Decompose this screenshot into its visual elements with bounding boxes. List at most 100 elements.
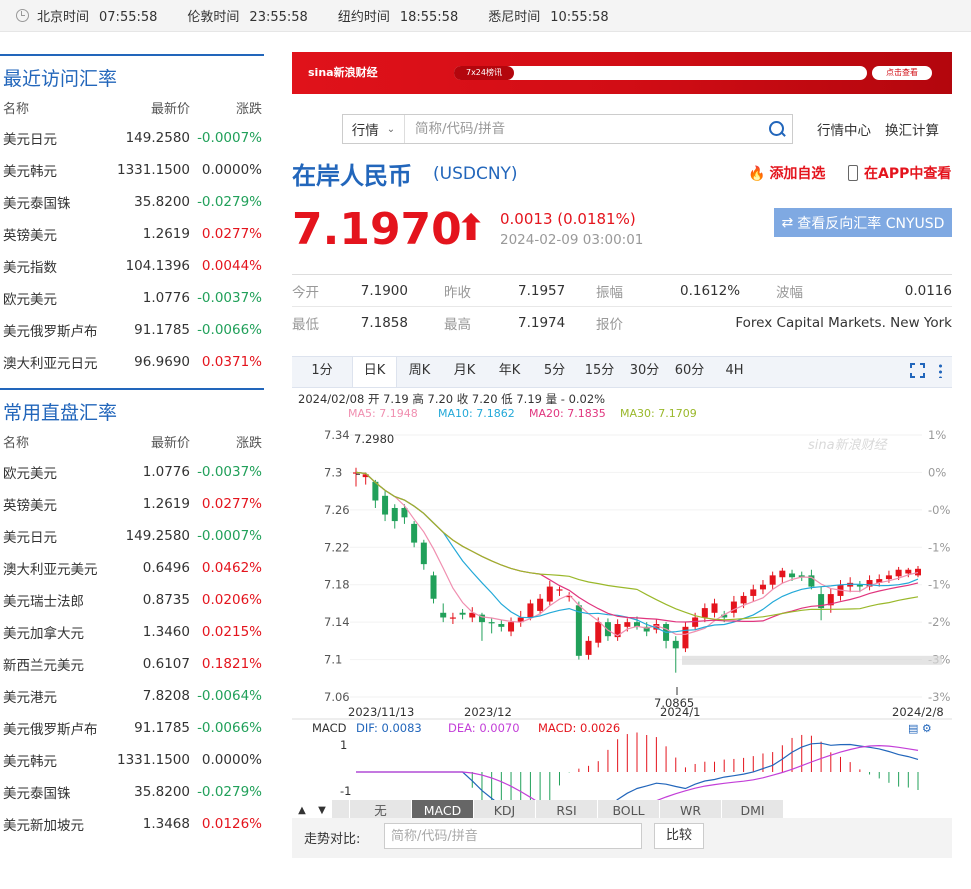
rate-row[interactable]: 美元泰国铢 35.8200 -0.0279% (0, 186, 264, 218)
rate-name[interactable]: 美元瑞士法郎 (0, 590, 110, 610)
rate-price: 1.3468 (142, 816, 190, 832)
view-in-app-button[interactable]: 在APP中查看 (848, 163, 951, 183)
rate-name[interactable]: 美元泰国铢 (0, 192, 110, 212)
rate-row[interactable]: 美元韩元 1331.1500 0.0000% (0, 744, 264, 776)
banner-view-button[interactable]: 点击查看 (872, 66, 932, 80)
ohlc-info: 2024/02/08 开 7.19 高 7.20 收 7.20 低 7.19 量… (298, 392, 605, 406)
period-tab[interactable]: 1分 (292, 357, 352, 387)
rate-name[interactable]: 英镑美元 (0, 224, 110, 244)
rate-name[interactable]: 英镑美元 (0, 494, 110, 514)
rate-change: -0.0037% (197, 464, 262, 480)
candle-body (885, 575, 892, 580)
ma10-line (355, 471, 919, 634)
compare-input[interactable] (384, 823, 642, 849)
rate-name[interactable]: 美元俄罗斯卢布 (0, 320, 110, 340)
rate-row[interactable]: 美元新加坡元 1.3468 0.0126% (0, 808, 264, 840)
candle-body (750, 589, 757, 596)
compare-button[interactable]: 比较 (654, 823, 704, 849)
fullscreen-icon[interactable] (909, 362, 926, 379)
price-change: 0.0013 (0.0181%) (500, 210, 636, 228)
fx-calculator-link[interactable]: 换汇计算 (885, 119, 939, 139)
more-options-icon[interactable] (939, 363, 942, 378)
rate-row[interactable]: 美元指数 104.1396 0.0044% (0, 250, 264, 282)
rate-name[interactable]: 澳大利亚元美元 (0, 558, 110, 578)
search-icon[interactable] (762, 115, 792, 143)
price-row: 7.1970 ⬆ 0.0013 (0.0181%) 2024-02-09 03:… (292, 204, 952, 260)
candle-body (585, 640, 592, 655)
rate-name[interactable]: 美元新加坡元 (0, 814, 110, 834)
candle-body (440, 612, 447, 618)
rate-row[interactable]: 美元俄罗斯卢布 91.1785 -0.0066% (0, 712, 264, 744)
rate-name[interactable]: 美元日元 (0, 128, 110, 148)
search-category-select[interactable]: 行情 ⌄ (343, 115, 405, 143)
rate-row[interactable]: 美元日元 149.2580 -0.0007% (0, 520, 264, 552)
rate-name[interactable]: 澳大利亚元日元 (0, 352, 110, 372)
up-arrow-icon: ⬆ (456, 208, 487, 249)
rate-row[interactable]: 澳大利亚元日元 96.9690 0.0371% (0, 346, 264, 378)
reverse-rate-button[interactable]: ⇄ 查看反向汇率 CNYUSD (774, 208, 952, 237)
market-center-link[interactable]: 行情中心 (817, 119, 871, 139)
rate-row[interactable]: 新西兰元美元 0.6107 0.1821% (0, 648, 264, 680)
rate-row[interactable]: 美元泰国铢 35.8200 -0.0279% (0, 776, 264, 808)
macd-tick: 1 (340, 738, 347, 752)
rate-row[interactable]: 英镑美元 1.2619 0.0277% (0, 218, 264, 250)
rate-name[interactable]: 美元韩元 (0, 160, 110, 180)
candlestick-chart[interactable]: 2024/02/08 开 7.19 高 7.20 收 7.20 低 7.19 量… (292, 389, 952, 829)
rate-row[interactable]: 美元瑞士法郎 0.8735 0.0206% (0, 584, 264, 616)
rate-name[interactable]: 美元指数 (0, 256, 110, 276)
period-tab[interactable]: 30分 (622, 357, 667, 387)
period-tab[interactable]: 月K (442, 357, 487, 387)
rate-row[interactable]: 澳大利亚元美元 0.6496 0.0462% (0, 552, 264, 584)
rate-row[interactable]: 欧元美元 1.0776 -0.0037% (0, 282, 264, 314)
rate-change: -0.0007% (197, 130, 262, 146)
rate-change: -0.0279% (197, 784, 262, 800)
rate-name[interactable]: 美元港元 (0, 686, 110, 706)
rate-name[interactable]: 欧元美元 (0, 288, 110, 308)
rate-change: 0.0215% (201, 624, 262, 640)
pct-tick-label: -1% (928, 578, 950, 592)
rate-price: 96.9690 (134, 354, 190, 370)
candle-body (508, 622, 515, 632)
rate-name[interactable]: 美元日元 (0, 526, 110, 546)
recent-rates-list: 美元日元 149.2580 -0.0007% 美元韩元 1331.1500 0.0000%… (0, 122, 264, 378)
period-tab[interactable]: 15分 (577, 357, 622, 387)
fire-icon: 🔥 (748, 166, 766, 182)
period-tab[interactable]: 年K (487, 357, 532, 387)
rate-row[interactable]: 美元日元 149.2580 -0.0007% (0, 122, 264, 154)
period-tab[interactable]: 周K (397, 357, 442, 387)
clock-london: 伦敦时间 23:55:58 (187, 10, 308, 25)
rate-name[interactable]: 欧元美元 (0, 462, 110, 482)
candle-body (498, 624, 505, 627)
rate-row[interactable]: 美元加拿大元 1.3460 0.0215% (0, 616, 264, 648)
candle-body (537, 598, 544, 611)
period-tab[interactable]: 日K (352, 356, 397, 387)
rate-name[interactable]: 美元加拿大元 (0, 622, 110, 642)
rate-row[interactable]: 美元俄罗斯卢布 91.1785 -0.0066% (0, 314, 264, 346)
period-tab[interactable]: 60分 (667, 357, 712, 387)
period-tab[interactable]: 4H (712, 357, 757, 387)
rate-name[interactable]: 美元泰国铢 (0, 782, 110, 802)
ad-banner[interactable]: sina新浪财经 7x24榜讯 点击查看 (292, 52, 952, 94)
rate-name[interactable]: 美元韩元 (0, 750, 110, 770)
dea-legend: DEA: 0.0070 (448, 721, 520, 735)
period-tab[interactable]: 5分 (532, 357, 577, 387)
sina-logo: sina新浪财经 (308, 66, 378, 79)
search-input[interactable] (405, 116, 762, 142)
ma10-legend: MA10: 7.1862 (438, 407, 515, 420)
rate-row[interactable]: 欧元美元 1.0776 -0.0037% (0, 456, 264, 488)
add-favorite-button[interactable]: 🔥 添加自选 (748, 163, 825, 183)
rate-price: 91.1785 (134, 720, 190, 736)
rate-row[interactable]: 美元港元 7.8208 -0.0064% (0, 680, 264, 712)
rate-row[interactable]: 美元韩元 1331.1500 0.0000% (0, 154, 264, 186)
quote-timestamp: 2024-02-09 03:00:01 (500, 232, 644, 248)
pct-tick-label: -1% (928, 540, 950, 554)
ma30-legend: MA30: 7.1709 (620, 407, 697, 420)
rate-price: 1.0776 (142, 464, 190, 480)
rate-name[interactable]: 新西兰元美元 (0, 654, 110, 674)
rate-row[interactable]: 英镑美元 1.2619 0.0277% (0, 488, 264, 520)
x-tick-label: 2023/12 (464, 705, 512, 719)
rate-name[interactable]: 美元俄罗斯卢布 (0, 718, 110, 738)
rate-price: 1.0776 (142, 290, 190, 306)
candle-body (779, 570, 786, 578)
main-panel: sina新浪财经 7x24榜讯 点击查看 行情⌄ 行情中心 换汇计算 在岸人民币… (292, 52, 952, 854)
